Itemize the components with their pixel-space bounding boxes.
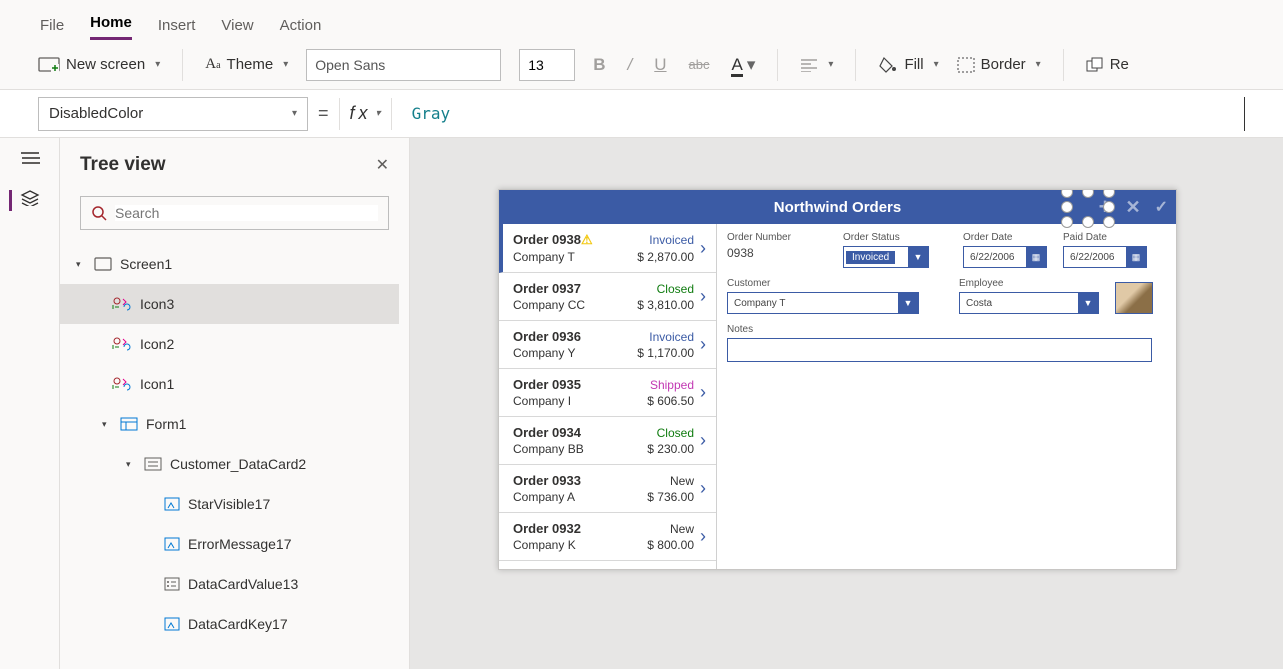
order-status-label: Order Status [843, 232, 929, 243]
tree-search[interactable] [80, 196, 389, 230]
menu-tabs: File Home Insert View Action [0, 0, 1283, 40]
chevron-right-icon[interactable]: › [700, 238, 706, 259]
order-item[interactable]: Order 0938⚠InvoicedCompany T$ 2,870.00› [499, 224, 716, 273]
employee-dropdown[interactable]: Costa▼ [959, 292, 1099, 314]
order-number-value: 0938 [727, 246, 827, 260]
notes-input[interactable] [727, 338, 1152, 362]
font-name-input[interactable] [306, 49, 501, 81]
text-format-group: B / U abc A▾ [593, 55, 755, 75]
tab-view[interactable]: View [221, 17, 253, 40]
tree-node-icon3[interactable]: Icon3 [60, 284, 399, 324]
tree-node-datacard[interactable]: ▾ Customer_DataCard2 [60, 444, 399, 484]
search-icon [91, 205, 107, 221]
property-selector[interactable]: DisabledColor▾ [38, 97, 308, 131]
tree-node-form[interactable]: ▾ Form1 [60, 404, 399, 444]
order-item[interactable]: Order 0936InvoicedCompany Y$ 1,170.00› [499, 321, 716, 369]
chevron-right-icon[interactable]: › [700, 478, 706, 499]
close-icon[interactable]: ✕ [376, 155, 389, 175]
tree-node-icon2[interactable]: Icon2 [60, 324, 399, 364]
notes-label: Notes [727, 324, 1166, 335]
ribbon: New screen▾ Aa Theme▾ B / U abc A▾ ▾ Fil… [0, 40, 1283, 90]
order-detail-form: Order Number 0938 Order Status Invoiced▼… [717, 224, 1176, 569]
paid-date-picker[interactable]: 6/22/2006▦ [1063, 246, 1147, 268]
tree-node-datacardvalue[interactable]: DataCardValue13 [60, 564, 399, 604]
order-number-label: Order Number [727, 232, 827, 243]
fx-icon[interactable]: fx▾ [350, 103, 381, 124]
customer-dropdown[interactable]: Company T▼ [727, 292, 919, 314]
order-status-dropdown[interactable]: Invoiced▼ [843, 246, 929, 268]
canvas[interactable]: Northwind Orders + ✕ ✓ Order 0938⚠Invoic… [410, 138, 1283, 669]
tree-node-starvisible[interactable]: StarVisible17 [60, 484, 399, 524]
order-item[interactable]: Order 0937ClosedCompany CC$ 3,810.00› [499, 273, 716, 321]
font-size-input[interactable] [519, 49, 575, 81]
orders-gallery[interactable]: Order 0938⚠InvoicedCompany T$ 2,870.00›O… [499, 224, 717, 569]
tree-node-datacardkey[interactable]: DataCardKey17 [60, 604, 399, 644]
border-button[interactable]: Border▾ [957, 56, 1041, 73]
employee-label: Employee [959, 278, 1099, 289]
paid-date-label: Paid Date [1063, 232, 1147, 243]
bold-button[interactable]: B [593, 55, 605, 75]
font-color-button[interactable]: A▾ [732, 55, 756, 75]
cancel-icon[interactable]: ✕ [1126, 197, 1141, 218]
equals-sign: = [318, 103, 329, 124]
order-item[interactable]: Order 0934ClosedCompany BB$ 230.00› [499, 417, 716, 465]
tab-file[interactable]: File [40, 17, 64, 40]
theme-button[interactable]: Aa Theme▾ [205, 56, 288, 73]
order-item[interactable]: Order 0932NewCompany K$ 800.00› [499, 513, 716, 561]
chevron-right-icon[interactable]: › [700, 382, 706, 403]
left-rail [0, 138, 60, 669]
hamburger-icon[interactable] [20, 150, 40, 166]
fill-button[interactable]: Fill▾ [878, 56, 938, 74]
app-header: Northwind Orders + ✕ ✓ [499, 190, 1176, 224]
chevron-right-icon[interactable]: › [700, 286, 706, 307]
align-button[interactable]: ▾ [800, 58, 833, 72]
underline-button[interactable]: U [654, 55, 666, 75]
tree-view-title: Tree view [80, 154, 166, 176]
chevron-right-icon[interactable]: › [700, 430, 706, 451]
chevron-right-icon[interactable]: › [700, 334, 706, 355]
tree-view-panel: Tree view ✕ ▾ Screen1 Icon3 Icon2 I [60, 138, 410, 669]
order-date-label: Order Date [963, 232, 1047, 243]
tab-home[interactable]: Home [90, 14, 132, 40]
tab-action[interactable]: Action [280, 17, 322, 40]
order-date-picker[interactable]: 6/22/2006▦ [963, 246, 1047, 268]
app-preview: Northwind Orders + ✕ ✓ Order 0938⚠Invoic… [498, 189, 1177, 570]
customer-label: Customer [727, 278, 919, 289]
add-icon[interactable]: + [1099, 194, 1112, 220]
accept-icon[interactable]: ✓ [1155, 197, 1168, 217]
formula-bar: DisabledColor▾ = fx▾ [0, 90, 1283, 138]
employee-photo [1115, 282, 1153, 314]
tree-node-errormessage[interactable]: ErrorMessage17 [60, 524, 399, 564]
tree-node-screen[interactable]: ▾ Screen1 [60, 244, 399, 284]
order-item[interactable]: Order 0935ShippedCompany I$ 606.50› [499, 369, 716, 417]
new-screen-button[interactable]: New screen▾ [38, 56, 160, 73]
chevron-right-icon[interactable]: › [700, 526, 706, 547]
order-item[interactable]: Order 0933NewCompany A$ 736.00› [499, 465, 716, 513]
tree-node-icon1[interactable]: Icon1 [60, 364, 399, 404]
strike-button[interactable]: abc [689, 57, 710, 72]
tab-insert[interactable]: Insert [158, 17, 196, 40]
search-input[interactable] [115, 205, 378, 221]
reorder-button[interactable]: Re [1086, 56, 1129, 73]
tree-view-rail-icon[interactable] [9, 190, 40, 211]
italic-button[interactable]: / [628, 55, 633, 75]
formula-input[interactable] [402, 97, 1245, 131]
